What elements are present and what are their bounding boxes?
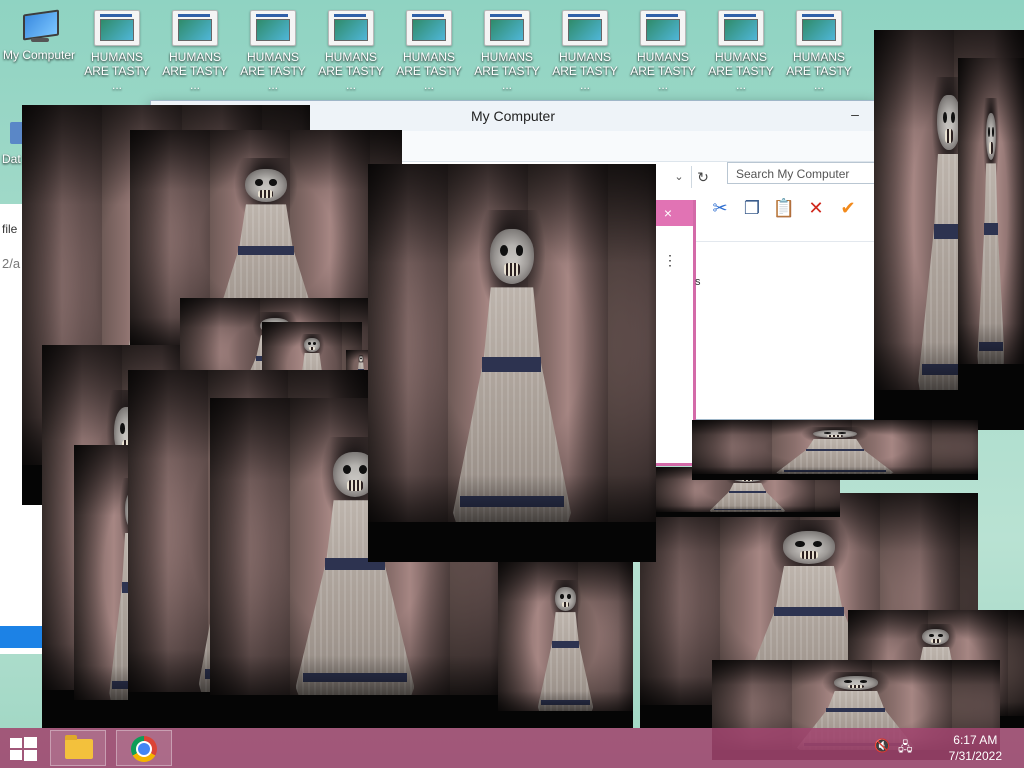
windows-logo-icon — [10, 738, 22, 748]
window-text-fragment: s — [695, 276, 701, 288]
selected-row[interactable] — [0, 626, 44, 648]
image-file-icon — [796, 10, 842, 46]
copy-icon[interactable]: ❐ — [740, 196, 764, 220]
image-file-icon — [94, 10, 140, 46]
minimize-button[interactable]: – — [841, 101, 869, 131]
refresh-button[interactable]: ↻ — [691, 166, 714, 188]
desktop-icon-file[interactable]: HUMANS ARE TASTY ... — [312, 0, 390, 92]
clock-date: 7/31/2022 — [948, 749, 1002, 763]
close-button[interactable]: × — [657, 202, 679, 224]
clock-time: 6:17 AM — [953, 733, 998, 747]
desktop-icon-file[interactable]: HUMANS ARE TASTY ... — [468, 0, 546, 92]
folder-icon — [65, 735, 93, 759]
image-file-icon — [640, 10, 686, 46]
horror-popup-image — [368, 164, 656, 562]
desktop-icon-label: HUMANS ARE TASTY ... — [474, 50, 540, 92]
volume-muted-icon[interactable]: 🔇 — [874, 738, 890, 754]
path-text: 2/a — [2, 256, 21, 271]
desktop-icon-label: My Computer — [2, 48, 76, 62]
image-file-icon — [250, 10, 296, 46]
taskbar-file-explorer[interactable] — [50, 730, 106, 766]
paste-icon[interactable]: 📋 — [772, 196, 796, 220]
desktop-icon-file[interactable]: HUMANS ARE TASTY ... — [78, 0, 156, 92]
desktop-icon-label: HUMANS ARE TASTY ... — [318, 50, 384, 92]
image-file-icon — [406, 10, 452, 46]
image-file-icon — [328, 10, 374, 46]
taskbar: 🔇 🖧 6:17 AM 7/31/2022 — [0, 728, 1024, 768]
image-file-icon — [484, 10, 530, 46]
desktop-icon-file[interactable]: HUMANS ARE TASTY ... — [780, 0, 858, 92]
cut-icon[interactable]: ✂ — [708, 196, 732, 220]
desktop-icon-label: HUMANS ARE TASTY ... — [630, 50, 696, 92]
system-clock[interactable]: 6:17 AM 7/31/2022 — [949, 732, 1002, 764]
chevron-down-icon[interactable]: ⌄ — [671, 168, 687, 186]
network-icon[interactable]: 🖧 — [898, 738, 913, 760]
desktop-icon-file[interactable]: HUMANS ARE TASTY ... — [702, 0, 780, 92]
desktop-icon-label: HUMANS ARE TASTY ... — [552, 50, 618, 92]
horror-popup-image — [958, 58, 1024, 398]
image-file-icon — [562, 10, 608, 46]
desktop-icon-label: HUMANS ARE TASTY ... — [240, 50, 306, 92]
window-text: file — [2, 222, 18, 236]
horror-popup-image — [498, 560, 633, 728]
image-file-icon — [718, 10, 764, 46]
desktop-icon-my-computer[interactable]: My Computer — [0, 0, 78, 62]
image-file-icon — [172, 10, 218, 46]
search-input[interactable]: Search My Computer — [727, 162, 877, 184]
delete-icon[interactable]: ✕ — [804, 196, 828, 220]
desktop-icon-label: HUMANS ARE TASTY ... — [708, 50, 774, 92]
window-title: My Computer — [470, 108, 556, 124]
desktop-icon-file[interactable]: HUMANS ARE TASTY ... — [234, 0, 312, 92]
start-button[interactable] — [8, 736, 38, 762]
computer-icon — [17, 9, 61, 44]
desktop-icon-label: HUMANS ARE TASTY ... — [162, 50, 228, 92]
desktop-icon-file[interactable]: HUMANS ARE TASTY ... — [624, 0, 702, 92]
desktop-icon-label: HUMANS ARE TASTY ... — [786, 50, 852, 92]
desktop-icon-file[interactable]: HUMANS ARE TASTY ... — [546, 0, 624, 92]
check-icon[interactable]: ✔ — [836, 196, 860, 220]
more-options-icon[interactable]: ⋮ — [663, 252, 677, 269]
chrome-icon — [131, 736, 157, 762]
desktop-icon-label: HUMANS ARE TASTY ... — [84, 50, 150, 92]
desktop-icon-file[interactable]: HUMANS ARE TASTY ... — [390, 0, 468, 92]
desktop-icon-label: HUMANS ARE TASTY ... — [396, 50, 462, 92]
horror-popup-image — [692, 420, 978, 480]
taskbar-chrome[interactable] — [116, 730, 172, 766]
desktop-icon-file[interactable]: HUMANS ARE TASTY ... — [156, 0, 234, 92]
